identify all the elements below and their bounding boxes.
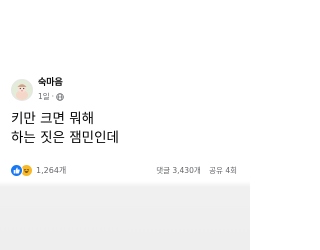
post-text: 키만 크면 뭐해 하는 짓은 잼민인데	[11, 110, 119, 148]
author-avatar[interactable]	[11, 79, 33, 101]
share-count[interactable]: 공유 4회	[209, 166, 237, 175]
post-time[interactable]: 1일	[38, 92, 50, 102]
reaction-summary[interactable]: 1,264개	[10, 163, 67, 177]
post-stats: 댓글 3,430개 공유 4회	[156, 165, 237, 176]
blank-header-area	[0, 0, 250, 70]
post-text-line: 키만 크면 뭐해	[11, 111, 95, 127]
meta-separator: ·	[51, 92, 55, 101]
globe-icon	[56, 93, 64, 101]
post-text-line: 하는 짓은 잼민인데	[11, 130, 119, 146]
background-area	[0, 181, 250, 250]
post-meta: 1일 ·	[38, 92, 64, 102]
reaction-count: 1,264개	[36, 165, 67, 175]
comment-count[interactable]: 댓글 3,430개	[156, 166, 201, 175]
author-name[interactable]: 숙마음	[38, 78, 63, 89]
avatar-illustration	[12, 80, 32, 100]
facebook-post: 숙마음 1일 · 키만 크면 뭐해 하는 짓은 잼민인데 1,264개 댓글 3…	[0, 0, 250, 250]
like-icon	[10, 163, 23, 177]
